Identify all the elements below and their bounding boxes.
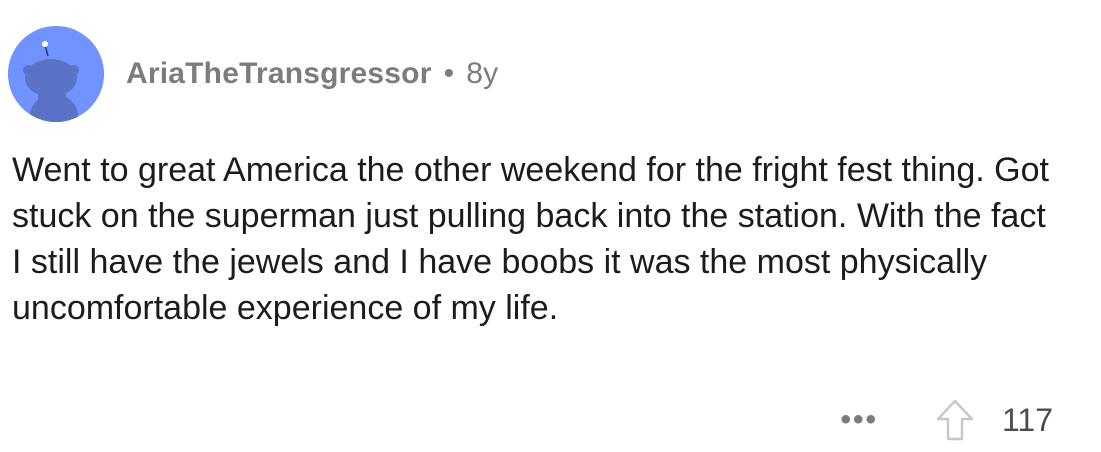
comment-meta: AriaTheTransgressor • 8y (126, 57, 498, 91)
comment-age: 8y (466, 57, 499, 90)
more-options-button[interactable]: ••• (840, 405, 878, 435)
comment-card: AriaTheTransgressor • 8y Went to great A… (0, 0, 1101, 452)
vote-score: 117 (1001, 401, 1053, 438)
comment-header: AriaTheTransgressor • 8y (8, 26, 498, 122)
author-username[interactable]: AriaTheTransgressor (126, 57, 432, 91)
upvote-arrow-icon[interactable] (934, 398, 976, 442)
snoo-avatar-icon[interactable] (8, 26, 104, 122)
meta-separator: • (443, 57, 455, 90)
comment-body: Went to great America the other weekend … (12, 151, 1049, 327)
comment-actions: ••• 117 (840, 398, 1053, 442)
